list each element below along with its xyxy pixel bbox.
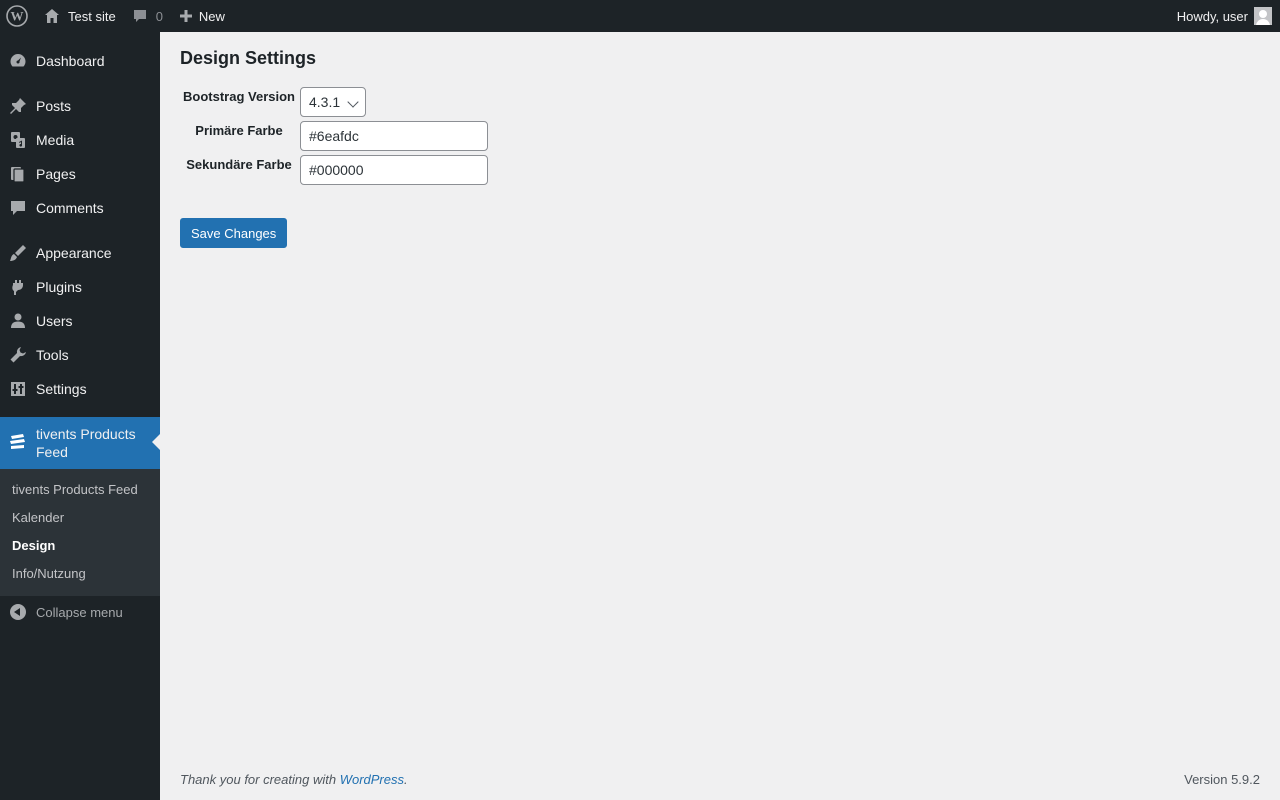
- sidebar-item-label: Media: [36, 132, 75, 148]
- sidebar-item-plugins[interactable]: Plugins: [0, 270, 160, 304]
- bootstrap-version-value: 4.3.1: [309, 94, 341, 110]
- sidebar-item-label: Settings: [36, 381, 87, 397]
- submenu-item-tivents-products-feed[interactable]: tivents Products Feed: [12, 482, 138, 497]
- admin-sidebar: Dashboard Posts Media Pages Comments App…: [0, 32, 160, 800]
- wrench-icon: [0, 346, 36, 364]
- sidebar-item-dashboard[interactable]: Dashboard: [0, 44, 160, 78]
- plugin-icon: [0, 278, 36, 296]
- sidebar-item-settings[interactable]: Settings: [0, 372, 160, 406]
- secondary-color-label: Sekundäre Farbe: [186, 157, 292, 172]
- submenu-item-kalender[interactable]: Kalender: [12, 510, 64, 525]
- footer-thanks: Thank you for creating with WordPress.: [180, 772, 408, 787]
- sidebar-item-tools[interactable]: Tools: [0, 338, 160, 372]
- sidebar-item-label: Plugins: [36, 279, 82, 295]
- main-content: Design Settings Bootstrag Version 4.3.1 …: [160, 32, 1280, 800]
- sidebar-item-label: tivents Products Feed: [36, 426, 136, 460]
- comments-count: 0: [155, 8, 163, 24]
- users-icon: [0, 312, 36, 330]
- avatar-icon: [1254, 7, 1272, 25]
- primary-color-input[interactable]: [300, 121, 488, 151]
- pages-icon: [0, 165, 36, 183]
- chevron-down-icon: [347, 96, 359, 108]
- sidebar-item-posts[interactable]: Posts: [0, 89, 160, 123]
- sidebar-item-label: Dashboard: [36, 53, 105, 69]
- settings-icon: [0, 380, 36, 398]
- admin-bar: W Test site 0 New Howdy, user: [0, 0, 1280, 32]
- dashboard-icon: [0, 52, 36, 70]
- tickets-icon: [0, 433, 36, 453]
- submenu-item-info-nutzung[interactable]: Info/Nutzung: [12, 566, 86, 581]
- current-menu-arrow: [152, 434, 160, 450]
- sidebar-item-pages[interactable]: Pages: [0, 157, 160, 191]
- collapse-icon: [10, 604, 26, 620]
- svg-text:W: W: [11, 9, 24, 24]
- wordpress-link[interactable]: WordPress: [340, 772, 404, 787]
- submenu-item-design[interactable]: Design: [12, 538, 55, 553]
- save-changes-button[interactable]: Save Changes: [180, 218, 288, 248]
- comments-link[interactable]: 0: [124, 0, 171, 32]
- sidebar-item-label: Posts: [36, 98, 72, 114]
- home-icon: [43, 7, 61, 25]
- new-content-link[interactable]: New: [171, 0, 233, 32]
- comment-icon: [0, 199, 36, 217]
- page-title: Design Settings: [180, 48, 317, 68]
- bootstrap-version-label: Bootstrag Version: [183, 89, 295, 104]
- secondary-color-input[interactable]: [300, 155, 488, 185]
- sidebar-item-appearance[interactable]: Appearance: [0, 236, 160, 270]
- site-name-link[interactable]: Test site: [35, 0, 124, 32]
- sidebar-item-users[interactable]: Users: [0, 304, 160, 338]
- collapse-label: Collapse menu: [36, 604, 123, 620]
- new-label: New: [198, 8, 225, 24]
- sidebar-item-media[interactable]: Media: [0, 123, 160, 157]
- wordpress-logo-button[interactable]: W: [0, 0, 35, 32]
- brush-icon: [0, 244, 36, 262]
- wordpress-logo-icon: W: [6, 5, 28, 27]
- sidebar-item-tivents-products-feed[interactable]: tivents Products Feed: [0, 417, 160, 469]
- collapse-menu-button[interactable]: Collapse menu: [0, 602, 160, 622]
- sidebar-item-label: Pages: [36, 166, 76, 182]
- bootstrap-version-select[interactable]: 4.3.1: [300, 87, 366, 117]
- plus-icon: [179, 9, 193, 23]
- greeting: Howdy, user: [1176, 8, 1248, 24]
- footer-period: .: [404, 772, 408, 787]
- media-icon: [0, 131, 36, 149]
- submenu: tivents Products Feed Kalender Design In…: [0, 469, 160, 596]
- sidebar-item-comments[interactable]: Comments: [0, 191, 160, 225]
- footer-version: Version 5.9.2: [1184, 772, 1260, 787]
- sidebar-item-label: Comments: [36, 200, 104, 216]
- comment-icon: [132, 8, 148, 24]
- sidebar-item-label: Tools: [36, 347, 69, 363]
- sidebar-item-label: Users: [36, 313, 73, 329]
- site-name: Test site: [68, 8, 116, 24]
- my-account-link[interactable]: Howdy, user: [1169, 0, 1280, 32]
- primary-color-label: Primäre Farbe: [195, 123, 283, 138]
- sidebar-item-label: Appearance: [36, 245, 112, 261]
- pin-icon: [0, 97, 36, 115]
- footer-thanks-text: Thank you for creating with: [180, 772, 340, 787]
